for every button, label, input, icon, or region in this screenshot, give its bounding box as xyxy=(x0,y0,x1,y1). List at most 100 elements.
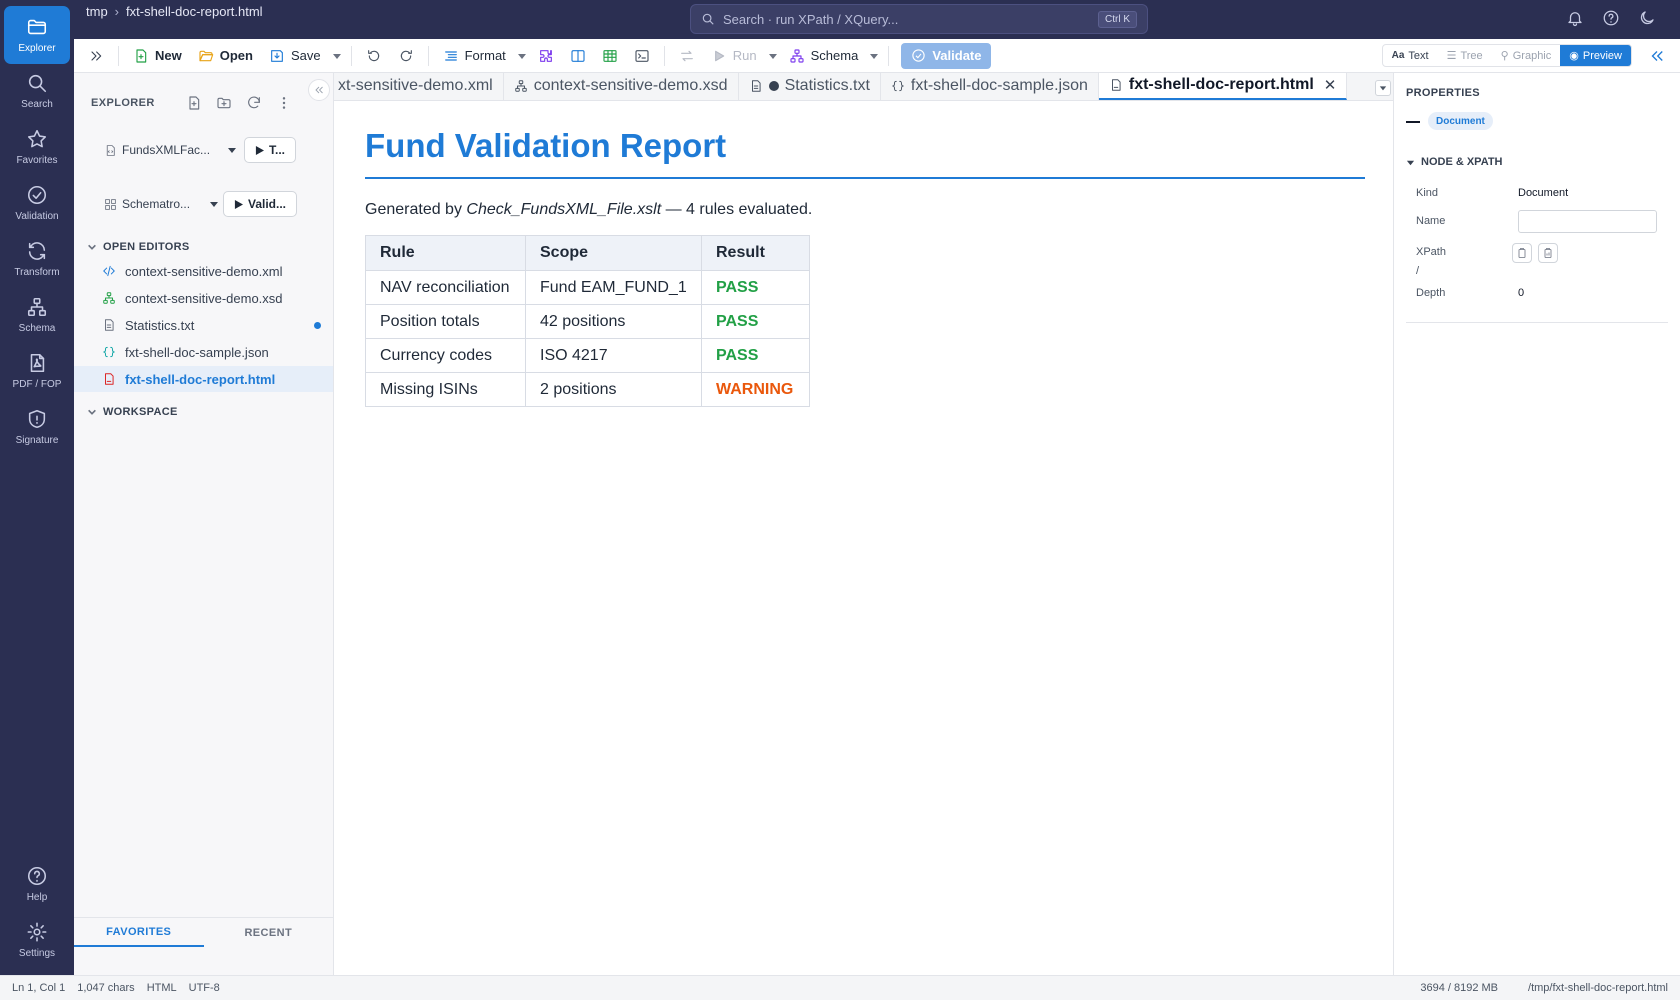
notifications-button[interactable] xyxy=(1566,9,1586,29)
report-generated-line: Generated by Check_FundsXML_File.xslt — … xyxy=(365,201,1362,219)
activity-search[interactable]: Search xyxy=(4,62,70,120)
double-chevron-right-icon xyxy=(91,50,102,61)
breadcrumb-separator: › xyxy=(114,4,120,19)
tab-recent[interactable]: RECENT xyxy=(204,918,334,947)
open-editor-item[interactable]: Statistics.txt xyxy=(74,312,333,338)
view-mode-text[interactable]: Aa Text xyxy=(1383,45,1438,66)
language-mode[interactable]: HTML xyxy=(147,982,177,994)
caret-down-icon xyxy=(768,53,777,59)
rule-cell: Position totals xyxy=(365,304,526,339)
help-button[interactable] xyxy=(1602,9,1622,29)
open-editor-item[interactable]: context-sensitive-demo.xml xyxy=(74,258,333,284)
breadcrumb-file[interactable]: fxt-shell-doc-report.html xyxy=(126,4,263,19)
collapse-explorer-button[interactable] xyxy=(308,79,330,101)
command-search[interactable]: Search · run XPath / XQuery... Ctrl K xyxy=(690,4,1148,34)
activity-validation[interactable]: Validation xyxy=(4,174,70,232)
encoding[interactable]: UTF-8 xyxy=(189,982,220,994)
file-name: Statistics.txt xyxy=(125,317,195,333)
new-file-icon[interactable] xyxy=(186,95,202,111)
more-vertical-icon[interactable] xyxy=(276,95,292,111)
format-menu-button[interactable] xyxy=(514,51,530,61)
tab-overflow-button[interactable] xyxy=(1375,80,1391,96)
validation-picker[interactable]: Schematro... xyxy=(104,193,219,215)
transform-picker[interactable]: FundsXMLFac... xyxy=(104,139,237,161)
explorer-actions xyxy=(186,95,292,111)
open-button[interactable]: Open xyxy=(190,43,261,69)
save-label: Save xyxy=(290,48,321,63)
view-mode-preview[interactable]: ◉ Preview xyxy=(1560,45,1631,66)
open-editors-section[interactable]: OPEN EDITORS xyxy=(87,241,190,253)
run-transform-button[interactable]: T... xyxy=(244,137,297,163)
terminal-icon xyxy=(635,49,649,62)
editor-tab[interactable]: fxt-shell-doc-sample.json xyxy=(881,73,1099,100)
editor-tabs: xt-sensitive-demo.xml context-sensitive-… xyxy=(334,73,1393,101)
column-header: Result xyxy=(701,235,810,271)
status-right: 3694 / 8192 MB /tmp/fxt-shell-doc-report… xyxy=(1408,982,1668,994)
editor-tab[interactable]: Statistics.txt xyxy=(739,73,881,100)
editor-tab-active[interactable]: fxt-shell-doc-report.html ✕ xyxy=(1098,73,1348,100)
rule-cell: Missing ISINs xyxy=(365,372,526,407)
save-menu-button[interactable] xyxy=(329,51,345,61)
play-icon xyxy=(234,199,243,209)
view-mode-tree[interactable]: ☰ Tree xyxy=(1438,45,1492,66)
table-row: Missing ISINs 2 positions WARNING xyxy=(365,372,810,407)
swap-button[interactable] xyxy=(671,43,703,69)
plugin-button[interactable] xyxy=(530,43,562,69)
view-mode-graphic[interactable]: ⚲ Graphic xyxy=(1492,45,1561,66)
run-button[interactable]: Run xyxy=(703,43,765,69)
activity-transform[interactable]: Transform xyxy=(4,230,70,288)
activity-explorer[interactable]: Explorer xyxy=(4,6,70,64)
activity-favorites[interactable]: Favorites xyxy=(4,118,70,176)
editor-tab[interactable]: context-sensitive-demo.xsd xyxy=(504,73,739,100)
undo-button[interactable] xyxy=(358,43,390,69)
schema-button[interactable]: Schema xyxy=(781,43,867,69)
save-button[interactable]: Save xyxy=(261,43,329,69)
editor-tab[interactable]: xt-sensitive-demo.xml xyxy=(334,73,504,100)
copy-xpath-button[interactable] xyxy=(1512,243,1532,263)
run-validation-button[interactable]: Valid... xyxy=(223,191,298,217)
format-button[interactable]: Format xyxy=(435,43,514,69)
collapse-properties-button[interactable] xyxy=(1648,47,1666,65)
activity-settings[interactable]: Settings xyxy=(4,911,70,969)
open-editor-item[interactable]: context-sensitive-demo.xsd xyxy=(74,285,333,311)
redo-icon xyxy=(400,49,412,61)
activity-schema[interactable]: Schema xyxy=(4,286,70,344)
tab-label: context-sensitive-demo.xsd xyxy=(533,77,728,94)
name-field[interactable] xyxy=(1518,210,1657,233)
terminal-button[interactable] xyxy=(626,43,658,69)
close-tab-icon[interactable]: ✕ xyxy=(1324,76,1337,94)
tab-favorites[interactable]: FAVORITES xyxy=(74,918,204,947)
evaluate-xpath-button[interactable] xyxy=(1538,243,1558,263)
format-label: Format xyxy=(464,48,506,63)
tab-label: Statistics.txt xyxy=(784,77,870,94)
theme-toggle-button[interactable] xyxy=(1638,9,1658,29)
activity-signature[interactable]: Signature xyxy=(4,398,70,456)
workspace-section[interactable]: WORKSPACE xyxy=(87,406,178,418)
file-name: fxt-shell-doc-sample.json xyxy=(125,344,269,360)
validation-results-table: Rule Scope Result NAV reconciliation Fun… xyxy=(365,235,810,407)
grid-view-button[interactable] xyxy=(594,43,626,69)
char-count: 1,047 chars xyxy=(77,982,135,994)
activity-pdf[interactable]: PDF / FOP xyxy=(4,342,70,400)
node-xpath-section[interactable]: NODE & XPATH xyxy=(1406,156,1503,168)
activity-help[interactable]: Help xyxy=(4,855,70,913)
validate-button[interactable]: Validate xyxy=(901,42,992,69)
refresh-icon[interactable] xyxy=(246,95,262,111)
table-row: Position totals 42 positions PASS xyxy=(365,304,810,339)
schema-menu-button[interactable] xyxy=(866,51,882,61)
expand-sidebar-button[interactable] xyxy=(74,43,112,69)
open-editor-item[interactable]: fxt-shell-doc-sample.json xyxy=(74,339,333,365)
redo-button[interactable] xyxy=(390,43,422,69)
bell-icon xyxy=(1568,12,1582,27)
explorer-panel: EXPLORER FundsXMLFac... T... Schematro..… xyxy=(74,73,334,975)
new-button[interactable]: New xyxy=(125,43,190,69)
new-label: New xyxy=(155,48,182,63)
breadcrumb-root[interactable]: tmp xyxy=(86,4,108,19)
open-editor-item-selected[interactable]: fxt-shell-doc-report.html xyxy=(74,366,333,392)
run-menu-button[interactable] xyxy=(765,51,781,61)
new-folder-icon[interactable] xyxy=(216,95,232,111)
split-view-button[interactable] xyxy=(562,43,594,69)
activity-label: Search xyxy=(21,99,53,110)
cursor-position[interactable]: Ln 1, Col 1 xyxy=(12,982,65,994)
divider xyxy=(663,45,665,66)
